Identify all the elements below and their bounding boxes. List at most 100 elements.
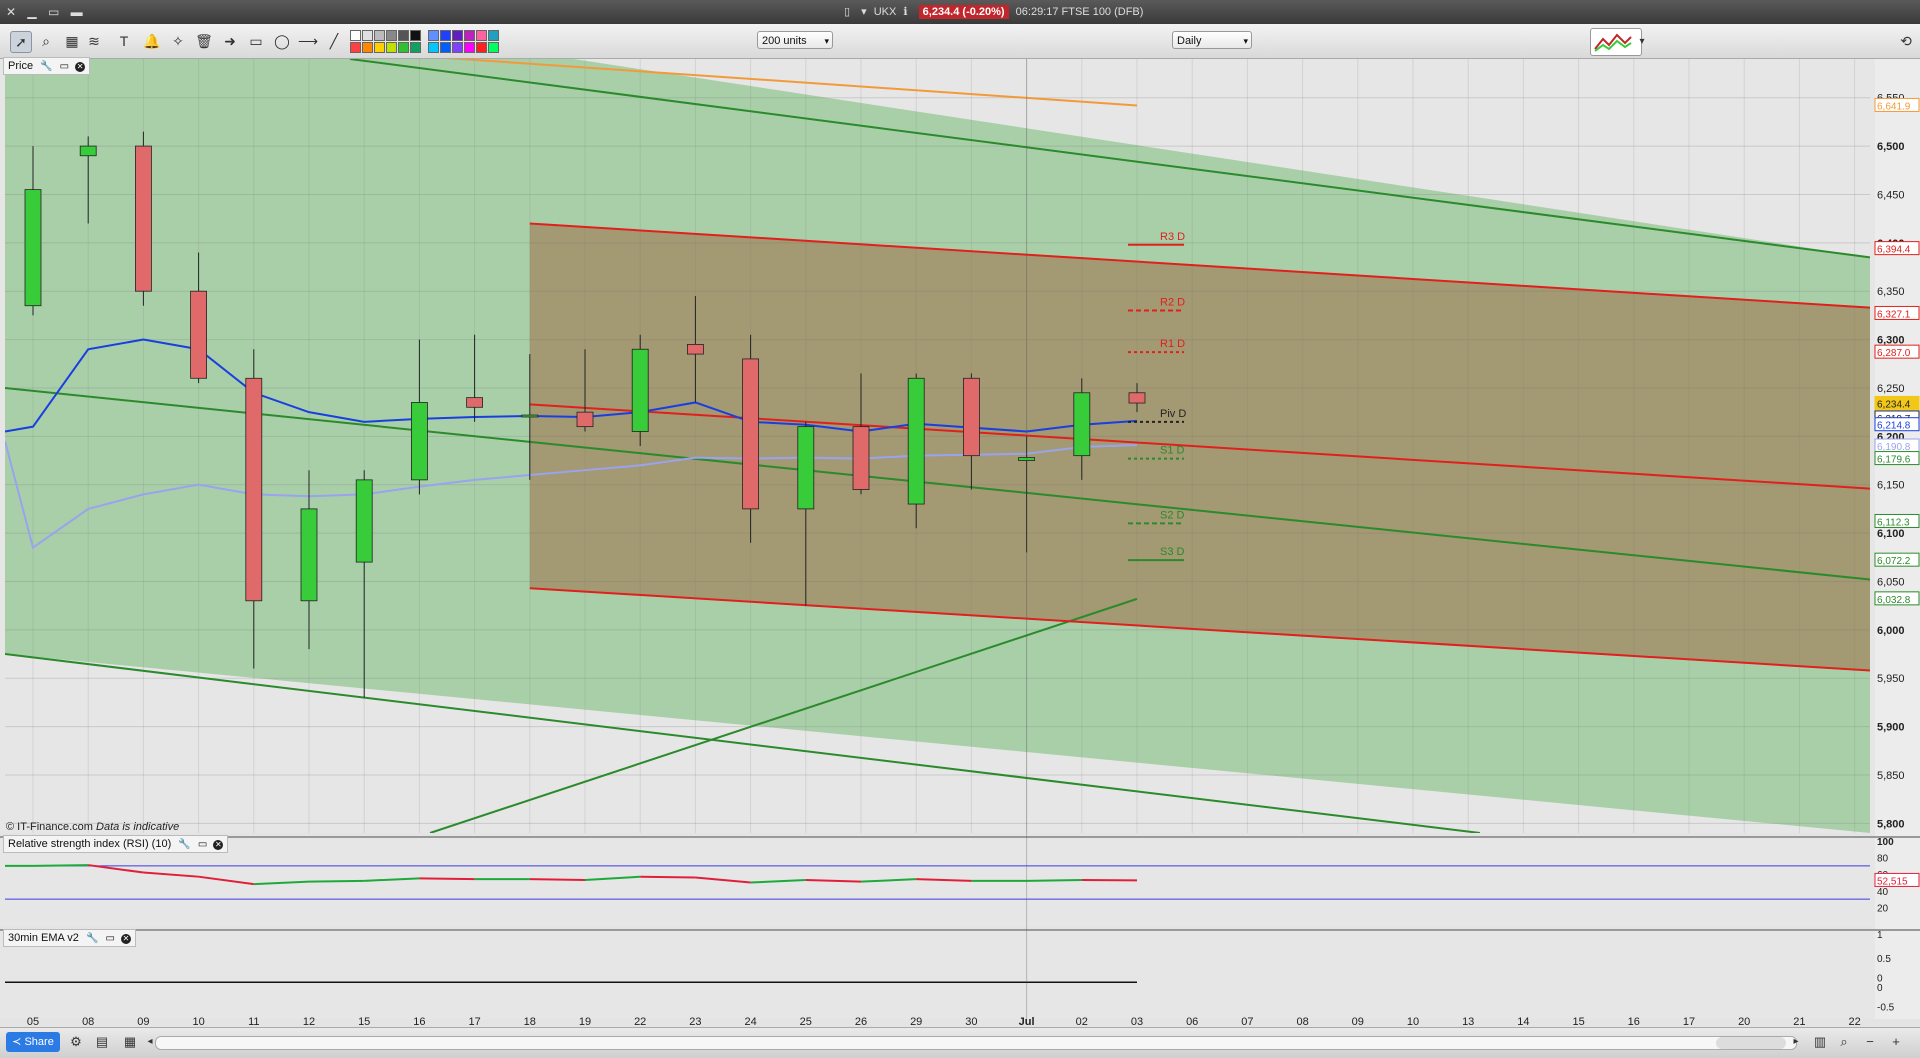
x-tick-label: 08 [82,1016,94,1027]
x-tick-label: 03 [1131,1016,1143,1027]
color-swatch-spring[interactable] [488,42,499,53]
x-tick-label: 18 [524,1016,536,1027]
color-swatch-navy[interactable] [440,42,451,53]
candle-22 [632,335,648,446]
fullscreen-icon[interactable]: ⟲ [1896,31,1916,51]
color-swatch-yellow[interactable] [374,42,385,53]
x-tick-label: 24 [744,1016,756,1027]
units-select[interactable]: 200 units ▾ [757,31,833,49]
horizontal-line-icon[interactable]: ⟶ [298,31,318,51]
trendline-icon[interactable]: ╱ [324,31,344,51]
color-swatch-green[interactable] [398,42,409,53]
bull-candle-body [356,480,372,562]
color-swatch-black[interactable] [410,30,421,41]
close-icon[interactable]: ✕ [121,934,131,944]
arrow-right-icon[interactable]: ➜ [220,31,240,51]
color-swatch-violet[interactable] [452,42,463,53]
chevron-down-icon: ▾ [1243,32,1248,50]
color-swatch-skyblue[interactable] [428,42,439,53]
maximize-icon[interactable]: ▭ [198,838,207,852]
share-button[interactable]: ≺ Share [6,1032,60,1052]
text-icon[interactable]: T [114,31,134,51]
bear-candle-body [853,427,869,490]
chart-scrollbar[interactable] [155,1036,1797,1050]
price-chart[interactable]: R3 DR2 DR1 DPiv DS1 DS2 DS3 D 6,5506,500… [0,59,1920,1027]
dropdown-icon[interactable]: ▾ [861,5,867,18]
maximize-icon[interactable]: ▭ [106,932,115,946]
instrument-header: ▯ ▾ UKX ℹ 6,234.4 (-0.20%) 06:29:17 FTSE… [840,5,1143,19]
ellipse-icon[interactable]: ◯ [272,31,292,51]
y-tick-label: 5,800 [1877,818,1905,830]
magic-wand-icon[interactable]: ✧ [168,31,188,51]
scrollbar-thumb[interactable] [1716,1037,1786,1049]
info-icon[interactable]: ℹ [903,5,907,18]
chart-edit-icon[interactable]: ▦ [62,31,82,51]
close-icon[interactable]: ✕ [75,62,85,72]
color-swatch-royalblue[interactable] [440,30,451,41]
grid-icon[interactable]: ▦ [122,1034,138,1050]
ema-panel-bg [0,931,1875,1019]
rectangle-icon[interactable]: ▭ [246,31,266,51]
color-swatch-cyan[interactable] [488,30,499,41]
zoom-in-icon[interactable]: + [1888,1034,1904,1050]
title-bar: ✕ ▁ ▭ ▬ ▯ ▾ UKX ℹ 6,234.4 (-0.20%) 06:29… [0,0,1920,24]
bull-candle-body [25,190,41,306]
x-tick-label: 30 [965,1016,977,1027]
color-swatch-charcoal[interactable] [398,30,409,41]
color-swatch-pink[interactable] [476,30,487,41]
rsi-panel-title: Relative strength index (RSI) (10) [8,838,171,850]
close-icon[interactable]: ✕ [213,840,223,850]
color-swatch-fuchsia[interactable] [464,42,475,53]
color-swatch-lightgray[interactable] [362,30,373,41]
ema-panel-title: 30min EMA v2 [8,932,79,944]
color-swatch-orange[interactable] [362,42,373,53]
color-swatch-crimson[interactable] [476,42,487,53]
color-swatch-white[interactable] [350,30,361,41]
alert-bell-icon[interactable]: 🔔 [142,31,162,51]
scroll-right-icon[interactable]: ▸ [1788,1034,1804,1050]
price-tag-label: 6,072.2 [1877,556,1911,567]
pointer-icon[interactable]: ➚ [10,31,32,53]
layout-icon[interactable]: ▤ [94,1034,110,1050]
pivot-label: R1 D [1160,338,1185,350]
color-swatch-darkgray[interactable] [386,30,397,41]
x-tick-label: 22 [1848,1016,1860,1027]
chart-print-icon[interactable]: ▥ [1812,1034,1828,1050]
chart-type-chevron-icon[interactable]: ▾ [1632,32,1652,52]
settings-icon[interactable]: ⚙ [68,1034,84,1050]
zoom-fit-icon[interactable]: ⌕ [1836,1034,1852,1050]
watermark-text: © IT-Finance.com [6,821,93,833]
zoom-out-icon[interactable]: − [1862,1034,1878,1050]
price-tag-label: 6,032.8 [1877,595,1911,606]
zoom-icon[interactable]: ⌕ [36,31,56,51]
x-tick-label: 15 [1572,1016,1584,1027]
bull-candle-body [798,427,814,509]
rsi-tick-label: 20 [1877,903,1889,914]
x-tick-label: 13 [1462,1016,1474,1027]
color-swatch-purple[interactable] [452,30,463,41]
color-swatch-lime[interactable] [386,42,397,53]
period-select[interactable]: Daily ▾ [1172,31,1252,49]
wrench-icon[interactable]: 🔧 [86,932,98,946]
color-swatch-gray[interactable] [374,30,385,41]
maximize-icon[interactable]: ▭ [60,60,69,74]
price-tag-label: 6,641.9 [1877,101,1911,112]
window-controls[interactable]: ✕ ▁ ▭ ▬ [6,5,87,19]
scroll-left-icon[interactable]: ◂ [142,1034,158,1050]
color-swatch-teal[interactable] [410,42,421,53]
ratio-icon[interactable]: ≋ [84,31,104,51]
x-tick-label: 09 [137,1016,149,1027]
x-tick-label: 23 [689,1016,701,1027]
color-swatch-red[interactable] [350,42,361,53]
pivot-label: Piv D [1160,408,1186,420]
x-tick-label: 10 [1407,1016,1419,1027]
color-swatch-magenta[interactable] [464,30,475,41]
trash-icon[interactable]: 🗑 [194,31,214,51]
color-swatch-blue[interactable] [428,30,439,41]
wrench-icon[interactable]: 🔧 [40,60,52,74]
pivot-label: S1 D [1160,445,1185,457]
phone-icon[interactable]: ▯ [844,5,850,18]
wrench-icon[interactable]: 🔧 [178,838,190,852]
x-tick-label: 25 [800,1016,812,1027]
bear-candle-body [1129,393,1145,403]
